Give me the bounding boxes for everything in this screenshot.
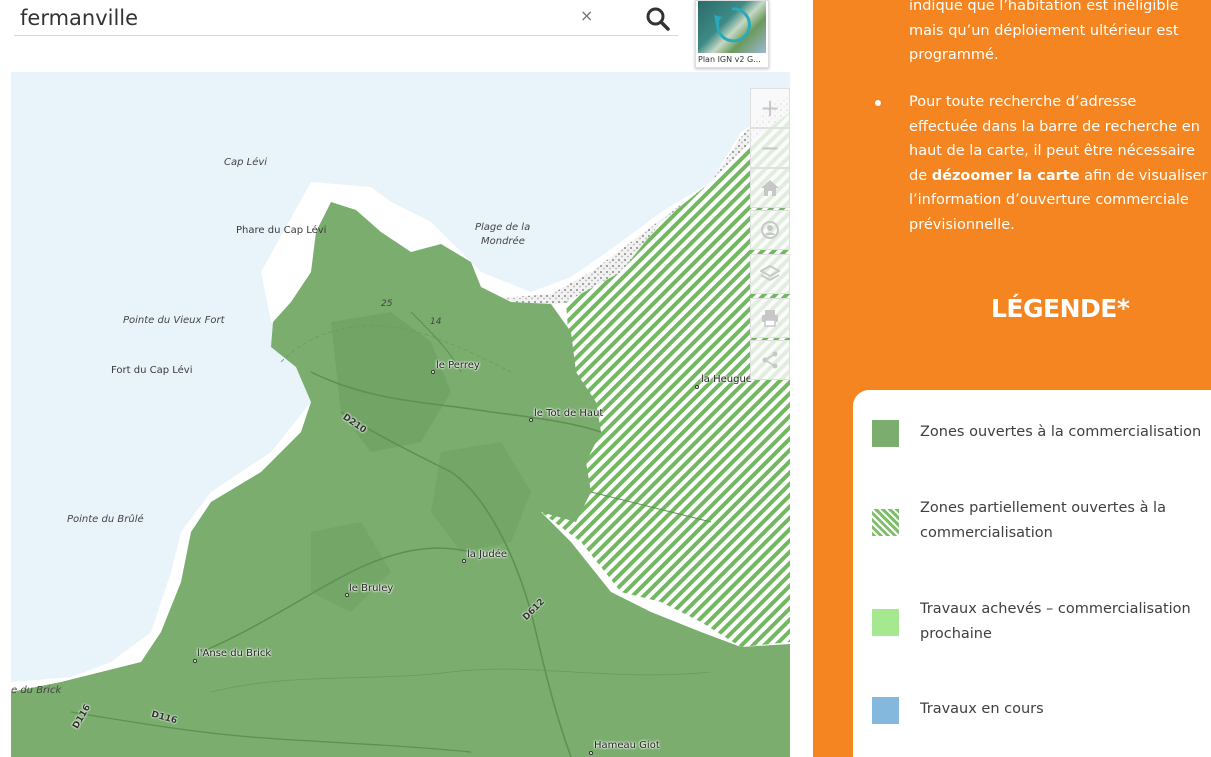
search-bar: ×	[0, 0, 790, 72]
town-dot	[695, 385, 699, 389]
legend-line: commercialisation	[920, 524, 1053, 541]
elevation-label: 25	[381, 299, 393, 309]
legend-swatch-partial	[872, 509, 899, 536]
legend-title: LÉGENDE*	[991, 294, 1130, 323]
place-pointe-du-brule: Pointe du Brûlé	[67, 514, 144, 525]
legend-label: Travaux achevés – commercialisation proc…	[920, 597, 1210, 646]
town-dot	[589, 751, 593, 755]
place-la-judee: la Judée	[467, 549, 508, 560]
place-e-du-brick: e du Brick	[11, 685, 62, 696]
print-button[interactable]	[750, 298, 790, 338]
tip-line: haut de la carte, il peut être nécessair…	[909, 143, 1196, 159]
basemap-thumbnail	[698, 1, 766, 53]
place-lanse-du-brick: l'Anse du Brick	[197, 648, 272, 659]
print-icon	[762, 310, 778, 327]
map-canvas	[11, 97, 790, 757]
map-view[interactable]: Cap Lévi Phare du Cap Lévi Plage de la M…	[11, 72, 790, 757]
intro-line: programmé.	[909, 47, 999, 63]
clear-icon[interactable]: ×	[580, 6, 593, 25]
locate-icon	[761, 221, 779, 239]
legend-line: Zones partiellement ouvertes à la	[920, 500, 1166, 516]
share-button[interactable]	[750, 340, 790, 380]
tip-line: effectuée dans la barre de recherche en	[909, 118, 1200, 135]
tip-bold-text: dézoomer la carte	[931, 167, 1080, 184]
legend-line: Travaux achevés – commercialisation	[920, 601, 1191, 617]
place-pointe-du-vieux-fort: Pointe du Vieux Fort	[123, 315, 225, 326]
page: ×	[0, 0, 1211, 757]
layers-button[interactable]	[750, 254, 790, 294]
search-tip-paragraph: Pour toute recherche d’adresse effectuée…	[909, 90, 1209, 237]
minus-icon: −	[759, 134, 781, 162]
tip-text: afin de visualiser	[1079, 167, 1208, 184]
legend-swatch-in-progress	[872, 697, 899, 724]
place-hameau-giot: Hameau Giot	[594, 740, 660, 751]
place-plage-de-la: Plage de la	[475, 222, 531, 233]
place-fort-du-cap-levi: Fort du Cap Lévi	[111, 365, 193, 376]
legend-label: Zones ouvertes à la commercialisation	[920, 420, 1210, 445]
intro-paragraph: indique que l’habitation est inéligible …	[909, 0, 1209, 68]
search-icon[interactable]	[645, 6, 671, 32]
legend-swatch-open	[872, 420, 899, 447]
legend-line: Travaux en cours	[920, 701, 1044, 717]
plus-icon: +	[759, 94, 781, 122]
legend-line: Zones ouvertes à la commercialisation	[920, 424, 1202, 440]
town-dot	[462, 559, 466, 563]
legend-line: prochaine	[920, 625, 992, 642]
place-la-heugue: la Heugue	[701, 374, 752, 385]
legend-label: Zones partiellement ouvertes à la commer…	[920, 496, 1210, 545]
tip-line: Pour toute recherche d’adresse	[909, 94, 1137, 110]
place-cap-levi: Cap Lévi	[224, 157, 268, 168]
legend-card: Zones ouvertes à la commercialisation Zo…	[853, 390, 1211, 757]
tip-line: prévisionnelle.	[909, 216, 1015, 233]
place-le-tot-de-haut: le Tot de Haut	[534, 408, 604, 419]
bullet-dot	[875, 100, 881, 106]
refresh-icon	[714, 7, 751, 43]
home-button[interactable]	[750, 168, 790, 208]
tip-line: l’information d’ouverture commerciale	[909, 192, 1189, 208]
intro-line: indique que l’habitation est inéligible	[909, 0, 1179, 14]
zoom-out-button[interactable]: −	[750, 128, 790, 168]
place-phare-du-cap-levi: Phare du Cap Lévi	[236, 225, 327, 236]
intro-line: mais qu’un déploiement ultérieur est	[909, 22, 1179, 39]
tip-line: de dézoomer la carte afin de visualiser	[909, 164, 1209, 189]
place-le-perrey: le Perrey	[436, 360, 480, 371]
zoom-in-button[interactable]: +	[750, 88, 790, 128]
tip-text: de	[909, 167, 932, 184]
place-mondree: Mondrée	[481, 236, 525, 247]
basemap-switcher[interactable]: Plan IGN v2 G...	[695, 0, 769, 68]
legend-swatch-completed	[872, 609, 899, 636]
home-icon	[761, 180, 779, 196]
basemap-label: Plan IGN v2 G...	[698, 55, 761, 64]
place-le-bruley: le Bruley	[349, 583, 394, 594]
town-dot	[431, 370, 435, 374]
town-dot	[193, 659, 197, 663]
share-icon	[762, 351, 778, 369]
legend-label: Travaux en cours	[920, 697, 1210, 722]
locate-button[interactable]	[750, 210, 790, 250]
layers-icon	[760, 264, 780, 282]
info-panel: indique que l’habitation est inéligible …	[813, 0, 1211, 757]
town-dot	[529, 418, 533, 422]
elevation-label: 14	[430, 317, 442, 327]
search-input[interactable]	[14, 0, 678, 36]
